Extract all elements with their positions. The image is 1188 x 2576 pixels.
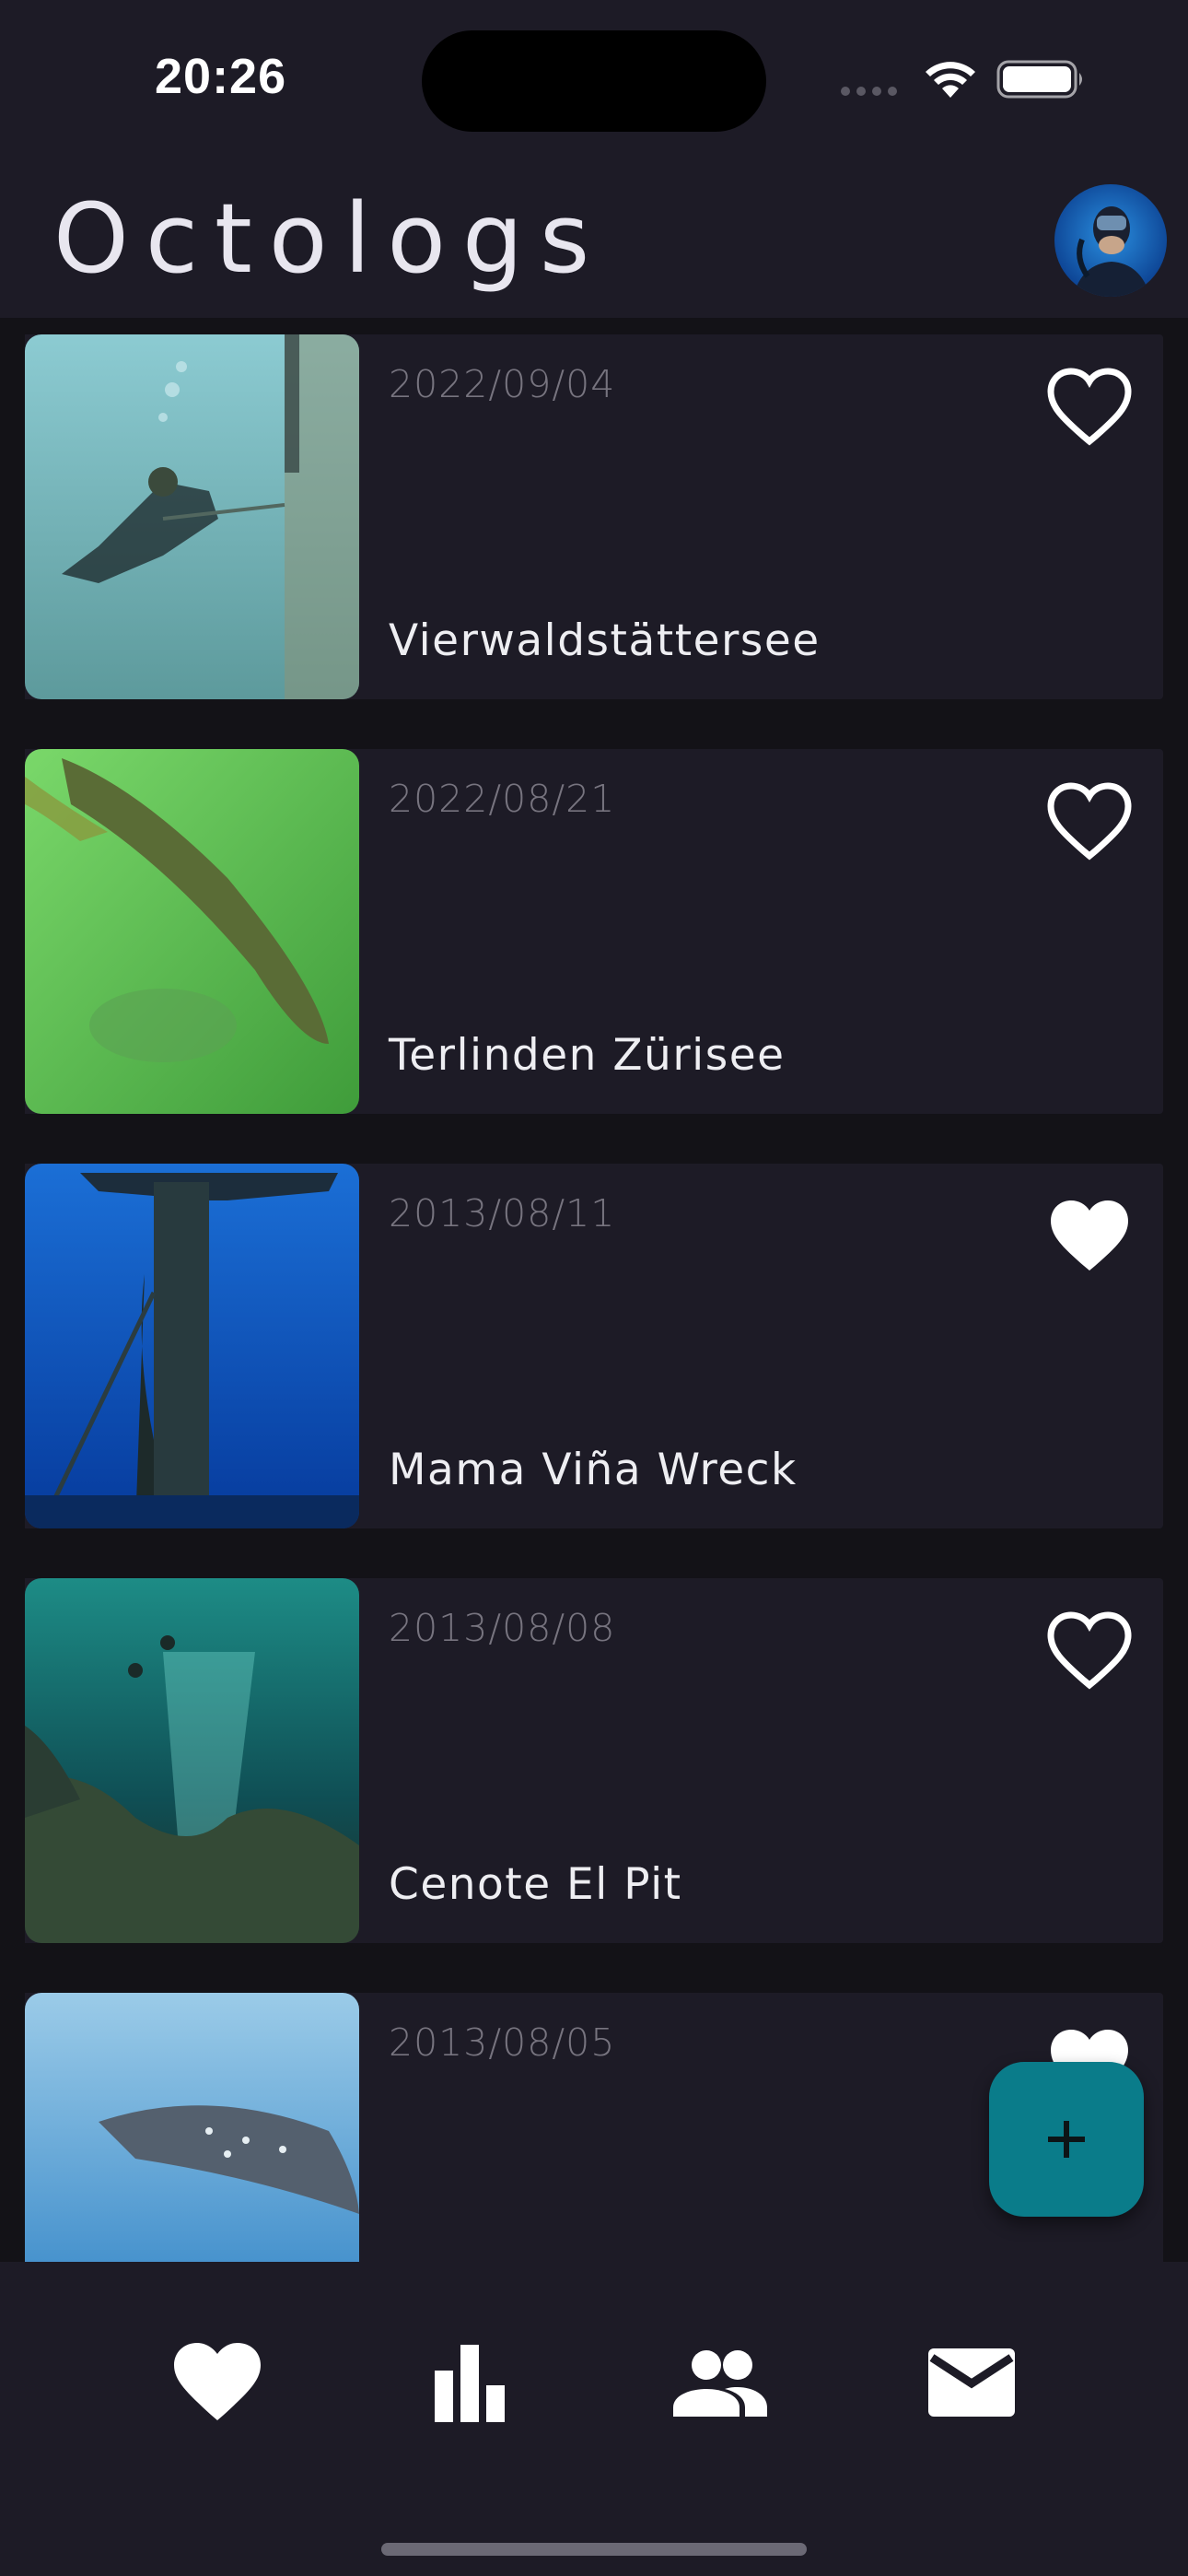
dive-date: 2022/09/04 — [389, 362, 616, 406]
page-title: Octologs — [53, 182, 607, 295]
dive-date: 2013/08/05 — [389, 2020, 616, 2065]
dive-date: 2022/08/21 — [389, 777, 616, 821]
dive-name: Cenote El Pit — [389, 1859, 682, 1910]
dive-photo — [25, 1578, 359, 1943]
wifi-icon — [926, 62, 975, 98]
avatar-image — [1054, 184, 1167, 297]
cellular-signal-icon — [841, 87, 897, 96]
status-time: 20:26 — [155, 49, 287, 104]
dive-date: 2013/08/08 — [389, 1606, 616, 1650]
dive-name: Mama Viña Wreck — [389, 1445, 798, 1495]
add-dive-button[interactable] — [989, 2062, 1144, 2217]
heart-outline-icon[interactable] — [1045, 1610, 1134, 1692]
bottom-nav — [0, 2262, 1188, 2576]
heart-filled-icon[interactable] — [1045, 1195, 1134, 1278]
dive-list[interactable]: 2022/09/04 Vierwaldstättersee 2022/08/21… — [0, 318, 1188, 2262]
dynamic-island — [422, 30, 766, 132]
dive-card[interactable]: 2022/08/21 Terlinden Zürisee — [25, 749, 1163, 1114]
heart-outline-icon[interactable] — [1045, 366, 1134, 449]
status-bar: 20:26 — [0, 0, 1188, 157]
dive-date: 2013/08/11 — [389, 1191, 616, 1235]
dive-name: Terlinden Zürisee — [389, 1030, 786, 1081]
dive-photo — [25, 749, 359, 1114]
dive-card[interactable]: 2013/08/08 Cenote El Pit — [25, 1578, 1163, 1943]
dive-card[interactable]: 2022/09/04 Vierwaldstättersee — [25, 334, 1163, 699]
heart-icon[interactable] — [167, 2336, 268, 2428]
heart-outline-icon[interactable] — [1045, 780, 1134, 863]
plus-icon — [1048, 2121, 1085, 2158]
avatar[interactable] — [1054, 184, 1167, 297]
dive-card[interactable]: 2013/08/11 Mama Viña Wreck — [25, 1164, 1163, 1528]
dive-photo — [25, 1993, 359, 2262]
dive-name: Vierwaldstättersee — [389, 615, 821, 666]
home-indicator — [381, 2543, 807, 2556]
dive-photo — [25, 1164, 359, 1528]
mail-icon[interactable] — [921, 2336, 1022, 2428]
bar-chart-icon[interactable] — [419, 2336, 520, 2428]
dive-photo — [25, 334, 359, 699]
battery-icon — [996, 60, 1082, 99]
app-header: Octologs — [0, 157, 1188, 318]
people-icon[interactable] — [670, 2336, 771, 2428]
